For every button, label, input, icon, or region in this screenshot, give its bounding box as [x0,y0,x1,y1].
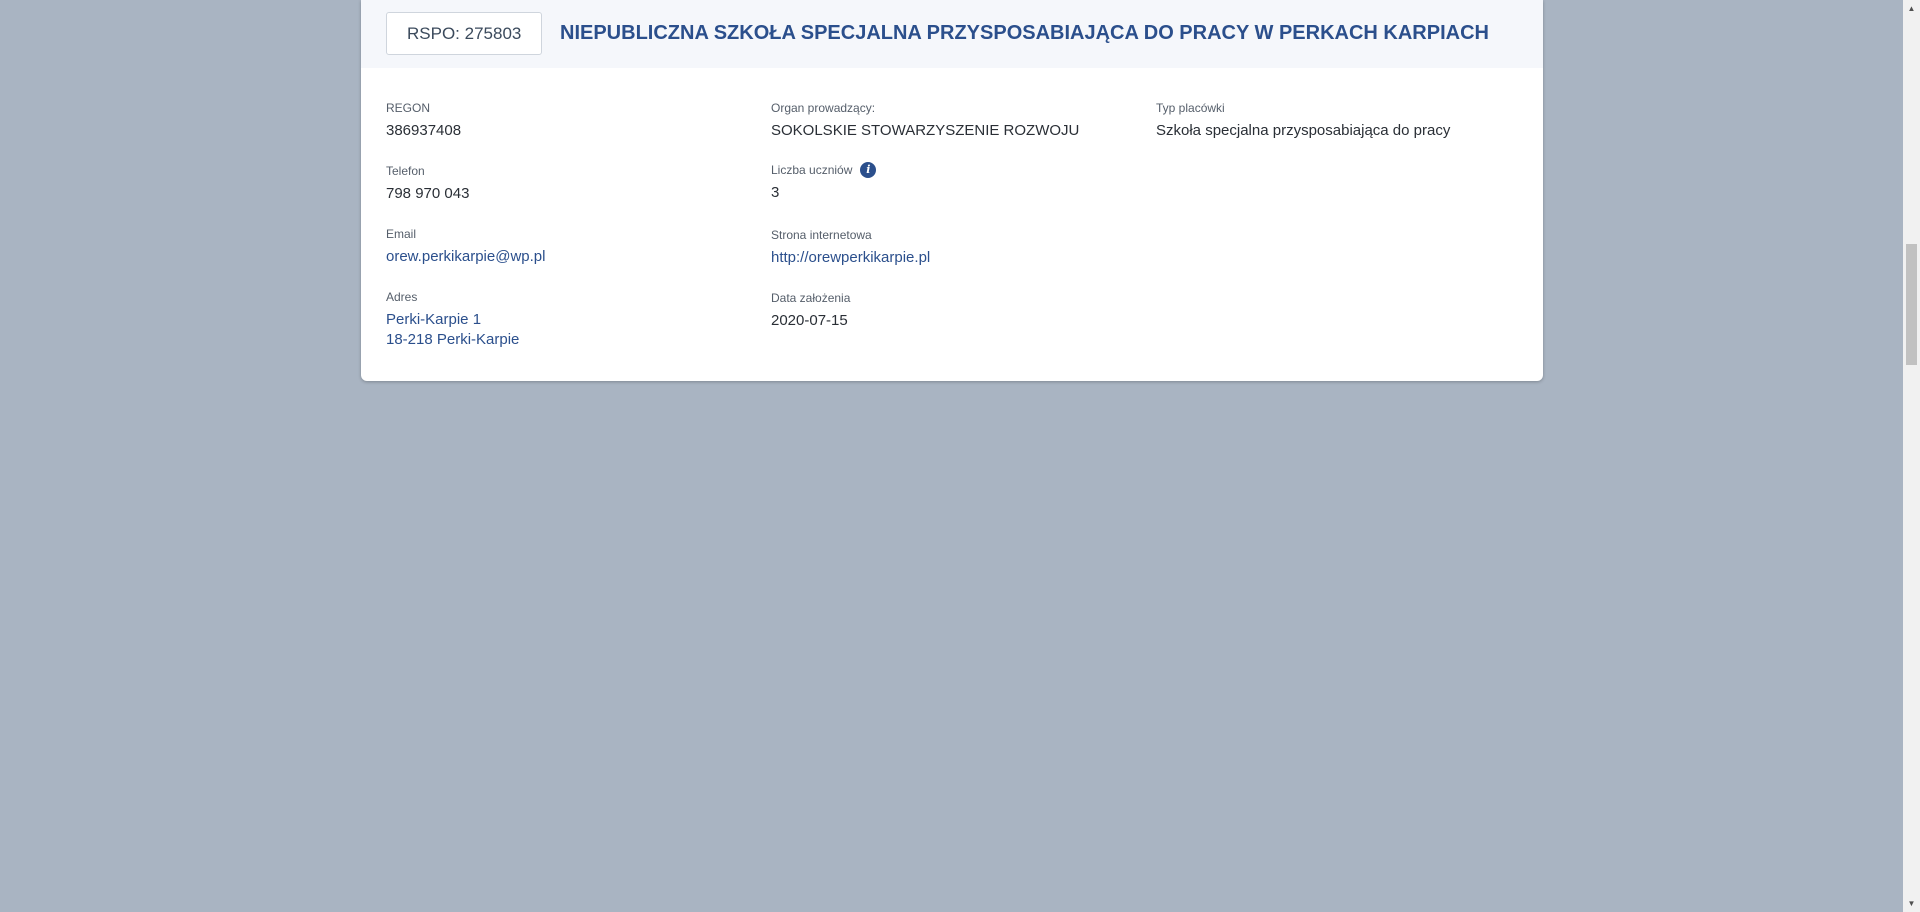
telefon-label: Telefon [386,164,425,178]
uczniowie-value: 3 [771,184,780,201]
regon-value: 386937408 [386,122,462,139]
email-field: Email orew.perkikarpie@wp.pl [386,226,545,267]
adres-line1: Perki-Karpie 1 [386,311,482,328]
scrollbar-thumb[interactable] [1906,244,1917,365]
data-zalozenia-label: Data założenia [771,291,851,305]
adres-label: Adres [386,290,418,304]
page: RSPO: 275803 NIEPUBLICZNA SZKOŁA SPECJAL… [0,0,1920,912]
scroll-up-arrow-icon[interactable]: ▲ [1903,0,1920,17]
data-zalozenia-field: Data założenia 2020-07-15 [771,290,850,331]
uczniowie-label: Liczba uczniów [771,163,853,177]
typ-value: Szkoła specjalna przysposabiająca do pra… [1156,122,1451,139]
telefon-field: Telefon 798 970 043 [386,163,469,204]
uczniowie-field: Liczba uczniów i 3 [771,162,877,203]
typ-field: Typ placówki Szkoła specjalna przysposab… [1156,100,1450,141]
rspo-badge: RSPO: 275803 [386,12,543,55]
organ-field: Organ prowadzący: SOKOLSKIE STOWARZYSZEN… [771,100,1079,141]
email-link[interactable]: orew.perkikarpie@wp.pl [386,247,545,267]
organ-value: SOKOLSKIE STOWARZYSZENIE ROZWOJU [771,122,1080,139]
typ-label: Typ placówki [1156,101,1225,115]
uczniowie-label-row: Liczba uczniów i [771,162,877,178]
regon-label: REGON [386,101,431,115]
adres-line2: 18-218 Perki-Karpie [386,331,520,348]
card-header: RSPO: 275803 NIEPUBLICZNA SZKOŁA SPECJAL… [361,0,1543,68]
school-card: RSPO: 275803 NIEPUBLICZNA SZKOŁA SPECJAL… [361,0,1543,381]
telefon-value: 798 970 043 [386,185,470,202]
strona-field: Strona internetowa http://orewperkikarpi… [771,227,930,268]
email-label: Email [386,227,417,241]
scroll-down-arrow-icon[interactable]: ▼ [1903,895,1920,912]
regon-field: REGON 386937408 [386,100,461,141]
info-icon[interactable]: i [860,162,877,178]
vertical-scrollbar[interactable]: ▲ ▼ [1903,0,1920,912]
data-zalozenia-value: 2020-07-15 [771,312,848,329]
strona-label: Strona internetowa [771,228,872,242]
school-name-title[interactable]: NIEPUBLICZNA SZKOŁA SPECJALNA PRZYSPOSAB… [560,22,1489,45]
strona-link[interactable]: http://orewperkikarpie.pl [771,248,930,268]
organ-label: Organ prowadzący: [771,101,876,115]
adres-link[interactable]: Perki-Karpie 1 18-218 Perki-Karpie [386,310,519,350]
adres-field: Adres Perki-Karpie 1 18-218 Perki-Karpie [386,289,519,350]
